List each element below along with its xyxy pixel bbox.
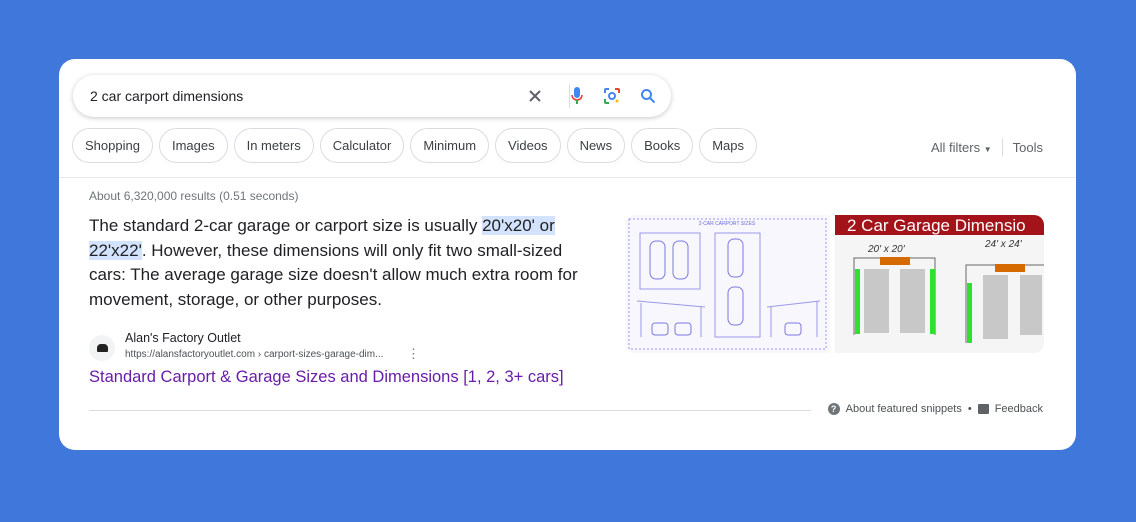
image-banner-text: 2 Car Garage Dimensio <box>847 216 1026 235</box>
chip-in-meters[interactable]: In meters <box>233 128 314 163</box>
lens-icon[interactable] <box>602 86 622 106</box>
all-filters-button[interactable]: All filters ▼ <box>931 140 992 155</box>
snippet-highlight: 22'x22' <box>89 240 142 260</box>
chip-videos[interactable]: Videos <box>495 128 561 163</box>
image-caption: 2-CAR CARPORT SIZES <box>699 221 756 227</box>
help-icon: ? <box>827 403 840 415</box>
feedback-icon <box>977 404 989 414</box>
search-icon[interactable] <box>638 86 658 106</box>
result-title-link[interactable]: Standard Carport & Garage Sizes and Dime… <box>89 368 564 387</box>
garage-dimensions-image[interactable]: 2 Car Garage Dimensio 20' x 20' 24' x 24… <box>835 215 1044 353</box>
divider <box>89 410 811 411</box>
all-filters-label: All filters <box>930 139 981 155</box>
result-stats: About 6,320,000 results (0.51 seconds) <box>89 189 299 203</box>
image-label: 24' x 24' <box>984 239 1023 250</box>
source-name: Alan's Factory Outlet <box>125 331 241 345</box>
chip-news[interactable]: News <box>566 128 626 163</box>
chip-maps[interactable]: Maps <box>699 128 758 163</box>
feedback-link[interactable]: Feedback <box>995 403 1043 415</box>
search-bar[interactable]: 2 car carport dimensions <box>73 75 671 117</box>
featured-snippet-text: The standard 2-car garage or carport siz… <box>89 214 599 312</box>
chip-calculator[interactable]: Calculator <box>319 128 405 163</box>
carport-sizes-image[interactable]: 2-CAR CARPORT SIZES <box>625 215 830 353</box>
divider <box>1001 138 1003 156</box>
results-card: 2 car carport dimensions Shopping Images… <box>59 59 1076 450</box>
snippet-text: . However, these dimensions will only fi… <box>89 240 578 309</box>
chip-shopping[interactable]: Shopping <box>72 128 153 163</box>
snippet-text: The standard 2-car garage or carport siz… <box>89 216 483 235</box>
divider <box>59 177 1076 178</box>
filter-chips: Shopping Images In meters Calculator Min… <box>72 128 758 163</box>
separator-dot: • <box>967 403 972 415</box>
caret-down-icon: ▼ <box>983 144 992 154</box>
image-label: 20' x 20' <box>867 244 906 255</box>
snippet-highlight: 20'x20' or <box>482 216 555 235</box>
search-input[interactable]: 2 car carport dimensions <box>90 88 243 104</box>
tools-button[interactable]: Tools <box>1013 140 1043 155</box>
more-options-icon[interactable]: ⋮ <box>407 346 420 362</box>
chip-minimum[interactable]: Minimum <box>410 128 490 163</box>
source-url: https://alansfactoryoutlet.com › carport… <box>125 349 384 360</box>
site-favicon <box>89 335 115 361</box>
about-featured-snippets-link[interactable]: About featured snippets <box>846 403 962 415</box>
chip-books[interactable]: Books <box>631 128 694 163</box>
close-icon[interactable] <box>525 86 545 106</box>
chip-images[interactable]: Images <box>158 128 228 163</box>
microphone-icon[interactable] <box>567 86 587 106</box>
